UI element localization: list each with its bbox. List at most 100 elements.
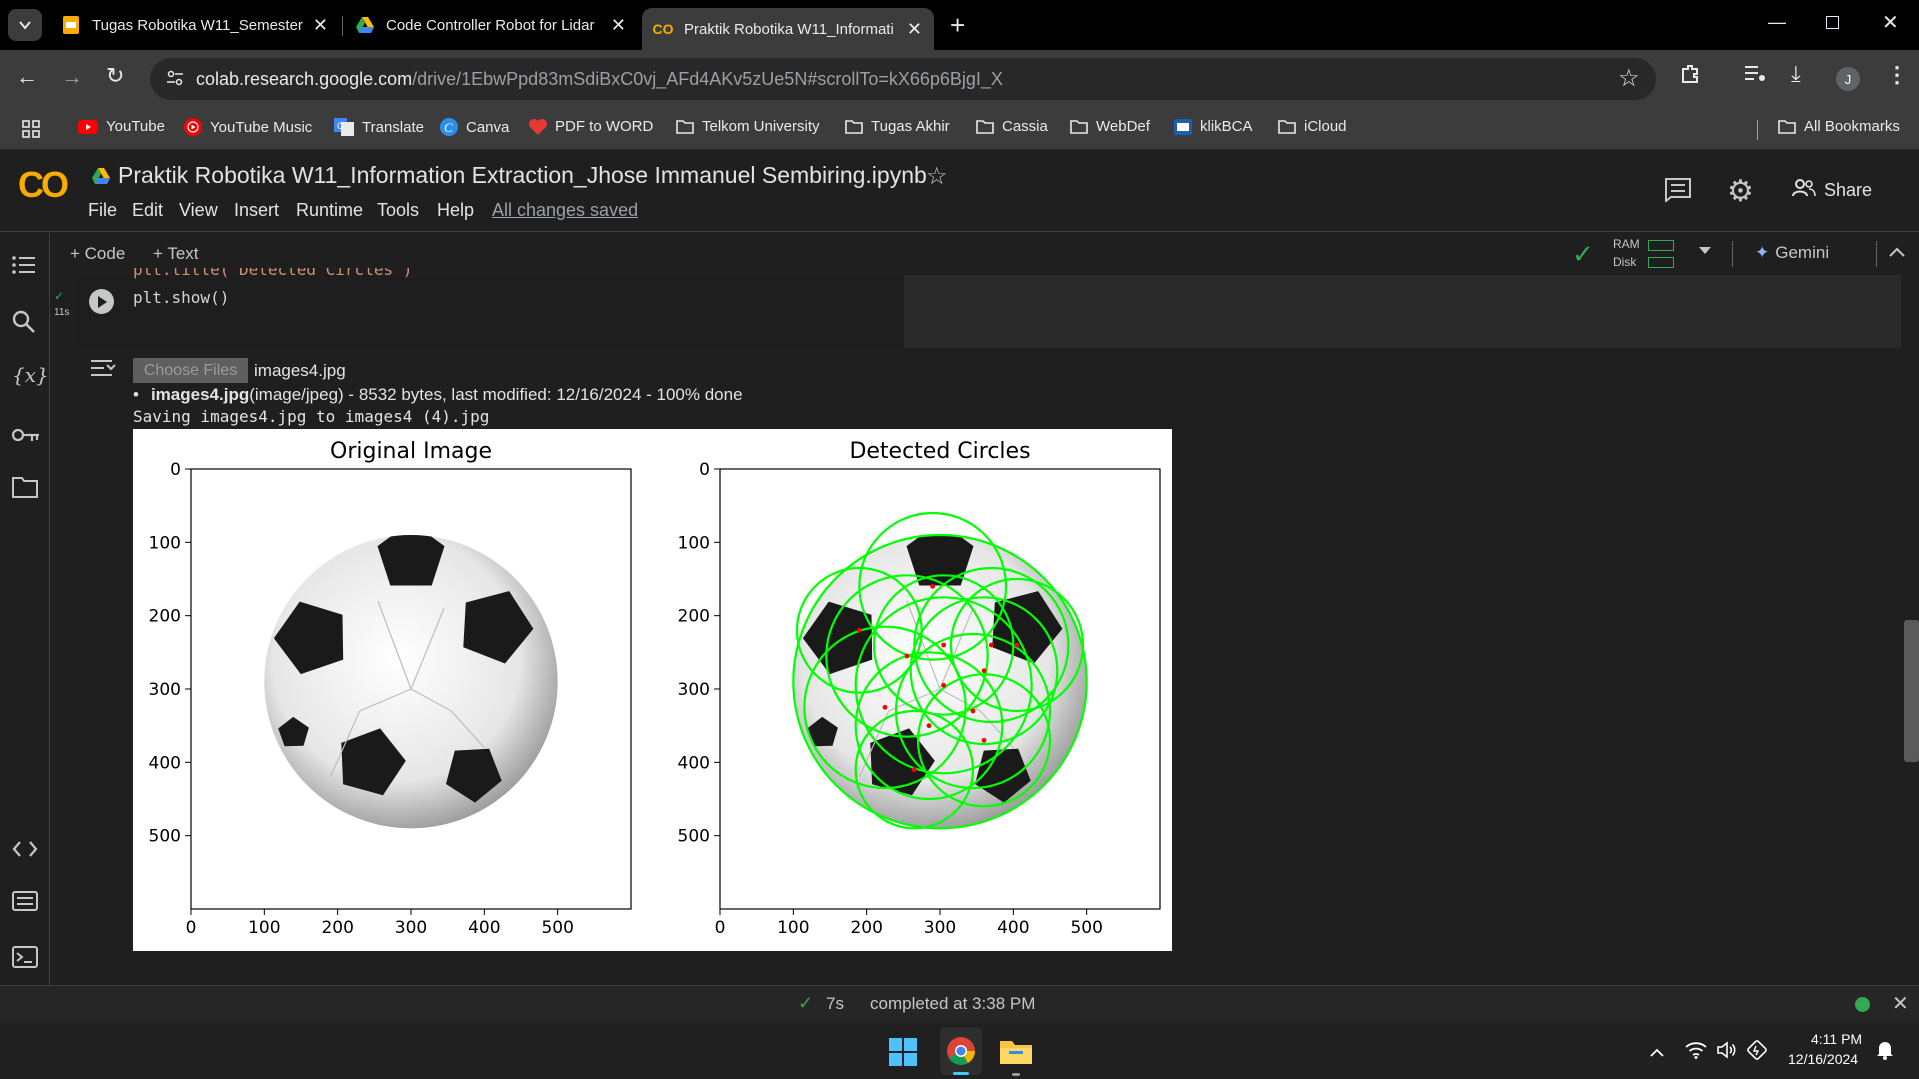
back-icon[interactable]: ←: [16, 64, 38, 90]
bookmark-pdf-to-word[interactable]: PDF to WORD: [529, 118, 653, 135]
reload-icon[interactable]: ↻: [106, 63, 124, 89]
youtube-icon: [78, 119, 98, 134]
collapse-chevron-icon[interactable]: [1888, 245, 1906, 263]
clock-date[interactable]: 12/16/2024: [1788, 1051, 1858, 1067]
variables-icon[interactable]: {x}: [12, 363, 49, 387]
close-icon[interactable]: ✕: [313, 15, 328, 36]
windows-start-icon[interactable]: [889, 1038, 917, 1071]
menu-file[interactable]: File: [88, 200, 117, 221]
code-snippets-icon[interactable]: [12, 838, 38, 864]
comment-icon[interactable]: [1665, 178, 1691, 207]
tab-search-button[interactable]: [8, 9, 42, 41]
status-duration: 7s: [826, 994, 844, 1013]
x-tick-label: 100: [248, 918, 280, 938]
code-editor[interactable]: [77, 275, 904, 348]
colab-logo[interactable]: CO: [18, 164, 69, 206]
image-content: [720, 469, 1160, 909]
download-icon[interactable]: ⤓: [1791, 61, 1801, 87]
files-folder-icon[interactable]: [12, 476, 38, 504]
chevron-down-icon: [19, 21, 31, 30]
menu-view[interactable]: View: [179, 200, 218, 221]
search-icon[interactable]: [12, 310, 36, 340]
taskbar-indicator: [1012, 1073, 1020, 1076]
all-bookmarks-button[interactable]: All Bookmarks: [1778, 118, 1900, 135]
close-icon[interactable]: ✕: [611, 15, 626, 36]
tab-drive[interactable]: Code Controller Robot for Lidar ✕: [344, 8, 638, 42]
bookmark-telkom[interactable]: Telkom University: [676, 118, 820, 135]
new-tab-button[interactable]: +: [950, 10, 965, 41]
y-tick-label: 200: [678, 607, 710, 627]
menu-edit[interactable]: Edit: [132, 200, 163, 221]
output-toggle-icon[interactable]: [90, 358, 116, 383]
apps-grid-icon[interactable]: [22, 120, 40, 143]
resources-indicator[interactable]: RAM Disk: [1610, 237, 1710, 271]
status-completed[interactable]: completed at 3:38 PM: [870, 994, 1035, 1014]
bookmark-youtube[interactable]: YouTube: [78, 118, 165, 135]
bookmark-webdef[interactable]: WebDef: [1070, 118, 1150, 135]
axes-title: Original Image: [330, 439, 492, 464]
notebook-title[interactable]: Praktik Robotika W11_Information Extract…: [118, 162, 927, 189]
window-close-button[interactable]: ✕: [1882, 10, 1899, 35]
x-tick-label: 0: [715, 918, 726, 938]
menu-help[interactable]: Help: [437, 200, 474, 221]
bookmark-klikbca[interactable]: klikBCA: [1174, 118, 1253, 135]
saving-line: Saving images4.jpg to images4 (4).jpg: [133, 407, 490, 426]
bookmark-cassia[interactable]: Cassia: [976, 118, 1048, 135]
bookmark-label: Tugas Akhir: [871, 118, 950, 135]
tab-colab[interactable]: CO Praktik Robotika W11_Informati ✕: [642, 8, 934, 50]
choose-files-button[interactable]: Choose Files: [133, 358, 248, 383]
runtime-status-dot: [1855, 997, 1870, 1012]
notebook-scrollbar[interactable]: [1904, 620, 1919, 762]
chrome-taskbar-button[interactable]: [940, 1027, 982, 1075]
restore-button[interactable]: [1826, 16, 1839, 29]
profile-avatar[interactable]: J: [1836, 67, 1860, 91]
cell-exec-status: ✓ 11s: [54, 287, 78, 318]
close-icon[interactable]: ✕: [907, 19, 922, 40]
bookmark-tugas-akhir[interactable]: Tugas Akhir: [845, 118, 950, 135]
bookmarks-bar: YouTube YouTube Music G Translate C Canva …: [0, 108, 1919, 150]
extensions-icon[interactable]: [1679, 63, 1701, 91]
menu-insert[interactable]: Insert: [234, 200, 279, 221]
bookmark-label: PDF to WORD: [555, 118, 654, 135]
tray-overflow-chevron-icon[interactable]: [1650, 1045, 1664, 1063]
share-button[interactable]: Share: [1792, 179, 1872, 202]
code-cell[interactable]: plt.title('Detected Circles') plt.show(): [77, 268, 1901, 348]
close-statusbar-icon[interactable]: ✕: [1892, 991, 1909, 1016]
bookmark-youtube-music[interactable]: YouTube Music: [184, 118, 312, 136]
file-explorer-icon[interactable]: [1000, 1038, 1032, 1069]
terminal-icon[interactable]: [12, 946, 38, 974]
bookmark-star-icon[interactable]: ☆: [1618, 64, 1640, 93]
save-status-link[interactable]: All changes saved: [492, 200, 638, 221]
drive-icon: [92, 168, 110, 189]
battery-icon[interactable]: [1747, 1040, 1769, 1065]
settings-gear-icon[interactable]: ⚙: [1727, 174, 1754, 209]
notification-bell-icon[interactable]: [1876, 1040, 1894, 1065]
image-content: [191, 469, 631, 909]
table-of-contents-icon[interactable]: [12, 255, 36, 281]
kebab-menu-icon[interactable]: ⋮: [1886, 62, 1908, 88]
add-text-button[interactable]: + Text: [153, 244, 199, 264]
wifi-icon[interactable]: [1685, 1041, 1707, 1064]
run-cell-button[interactable]: [89, 289, 114, 314]
menu-runtime[interactable]: Runtime: [296, 200, 363, 221]
tab-slides[interactable]: Tugas Robotika W11_Semester ✕: [50, 8, 340, 42]
minimize-button[interactable]: —: [1768, 12, 1786, 33]
add-code-button[interactable]: + Code: [70, 244, 125, 264]
volume-icon[interactable]: [1717, 1041, 1737, 1064]
bookmark-icloud[interactable]: iCloud: [1278, 118, 1347, 135]
left-rail: {x}: [0, 233, 50, 985]
clock-time[interactable]: 4:11 PM: [1811, 1031, 1862, 1047]
forward-icon[interactable]: →: [61, 64, 83, 90]
star-icon[interactable]: ☆: [926, 162, 948, 191]
site-info-icon[interactable]: [166, 69, 184, 92]
gemini-button[interactable]: ✦ Gemini: [1755, 243, 1829, 263]
menu-tools[interactable]: Tools: [377, 200, 419, 221]
command-palette-icon[interactable]: [12, 891, 38, 917]
status-bar: ✓ 7s completed at 3:38 PM ✕: [0, 985, 1919, 1023]
secrets-key-icon[interactable]: [11, 423, 40, 449]
runtime-dropdown-icon[interactable]: [1698, 243, 1712, 261]
media-control-icon[interactable]: [1744, 63, 1766, 89]
address-bar[interactable]: colab.research.google.com/drive/1EbwPpd8…: [150, 58, 1656, 100]
bookmark-translate[interactable]: G Translate: [334, 118, 424, 136]
bookmark-canva[interactable]: C Canva: [440, 118, 509, 136]
